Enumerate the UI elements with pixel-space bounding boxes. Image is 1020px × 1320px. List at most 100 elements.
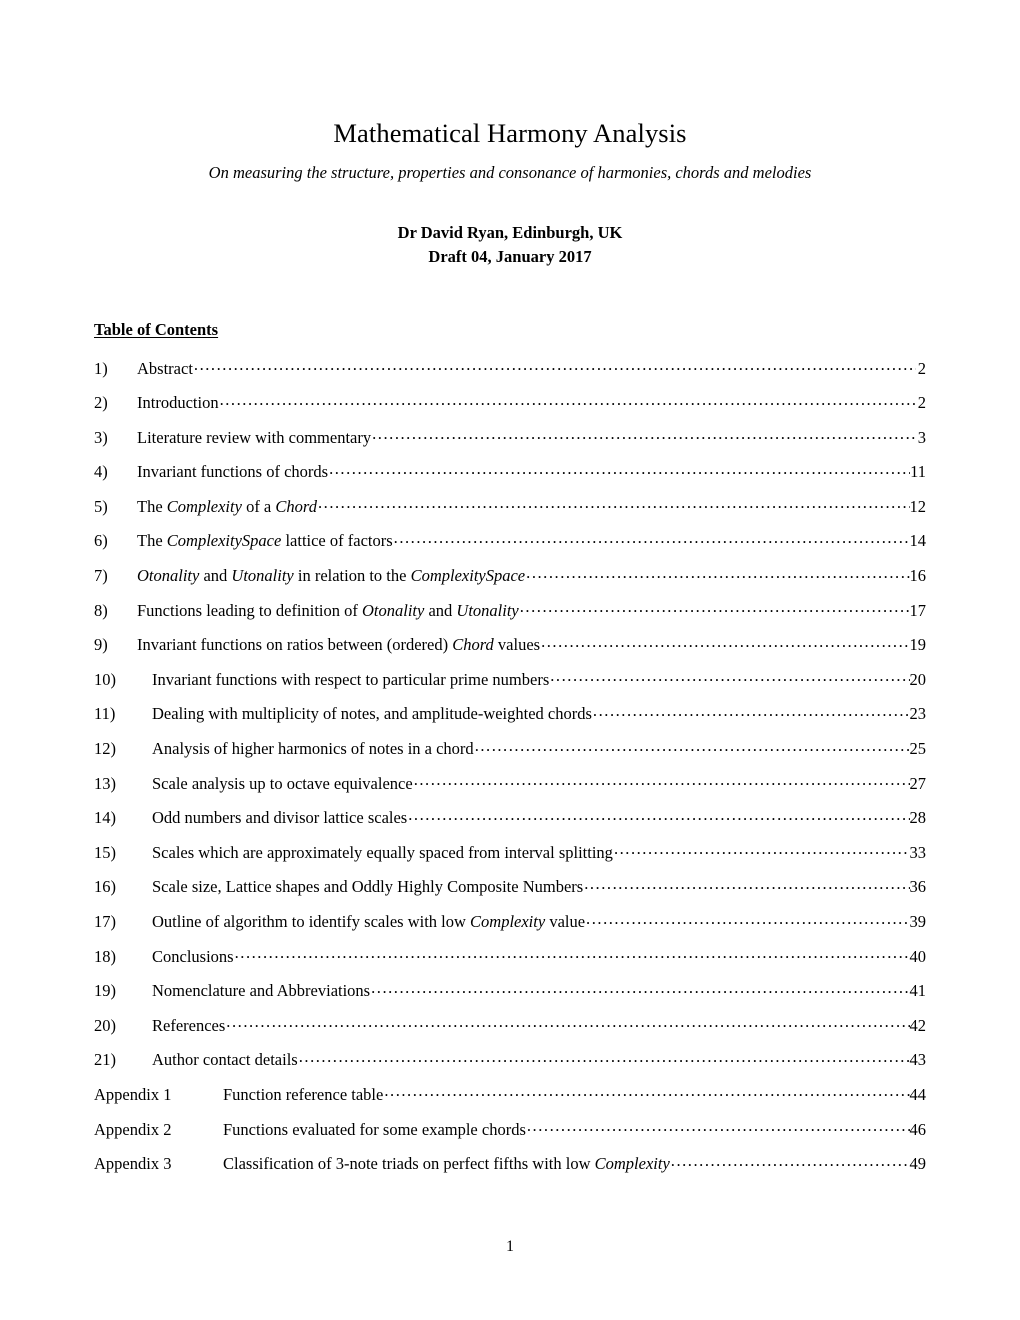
document-subtitle: On measuring the structure, properties a… — [208, 162, 812, 182]
toc-entry-page: 43 — [909, 1050, 927, 1070]
toc-entry-number: Appendix 3 — [94, 1154, 172, 1174]
toc-leader-dots — [586, 911, 909, 928]
toc-entry-title: Odd numbers and divisor lattice scales — [152, 808, 408, 828]
italic-term: Otonality — [362, 600, 425, 620]
toc-entry-page: 33 — [909, 842, 927, 862]
toc-entry-title: Conclusions — [152, 946, 234, 966]
toc-entry-page: 20 — [909, 669, 927, 689]
toc-entry[interactable]: Appendix 3 Classification of 3-note triad… — [94, 1153, 926, 1188]
toc-entry[interactable]: 11) Dealing with multiplicity of notes, a… — [94, 703, 926, 738]
toc-entry-page: 3 — [917, 427, 926, 447]
toc-entry[interactable]: 19) Nomenclature and Abbreviations 41 — [94, 980, 926, 1015]
toc-entry[interactable]: 7) Otonality and Utonality in relation to… — [94, 565, 926, 600]
toc-entry-title: The ComplexitySpace lattice of factors — [137, 531, 393, 551]
toc-entry-title: Classification of 3-note triads on perfe… — [223, 1154, 670, 1174]
toc-entry[interactable]: 9) Invariant functions on ratios between … — [94, 634, 926, 669]
toc-entry-title: Literature review with commentary — [137, 427, 372, 447]
toc-entry-page: 44 — [909, 1084, 927, 1104]
toc-entry[interactable]: 4) Invariant functions of chords 11 — [94, 461, 926, 496]
toc-entry-page: 49 — [909, 1154, 927, 1174]
toc-entry[interactable]: 3) Literature review with commentary 3 — [94, 426, 926, 461]
toc-entry-page: 12 — [909, 496, 927, 516]
toc-leader-dots — [194, 357, 916, 374]
toc-entry[interactable]: 15) Scales which are approximately equall… — [94, 841, 926, 876]
toc-entry-number: Appendix 2 — [94, 1119, 172, 1139]
toc-entry[interactable]: 16) Scale size, Lattice shapes and Oddly … — [94, 876, 926, 911]
toc-leader-dots — [329, 461, 910, 478]
toc-entry-page: 19 — [909, 635, 927, 655]
toc-leader-dots — [414, 772, 910, 789]
toc-entry-number: 18) — [94, 946, 116, 966]
toc-entry-number: 6) — [94, 531, 108, 551]
italic-term: Complexity — [470, 912, 546, 931]
toc-leader-dots — [371, 980, 909, 997]
toc-entry-title: Function reference table — [223, 1084, 384, 1104]
author-block: Dr David Ryan, Edinburgh, UK Draft 04, J… — [0, 221, 1020, 268]
toc-leader-dots — [372, 426, 916, 443]
toc-entry-title: Scale analysis up to octave equivalence — [152, 773, 413, 793]
toc-entry[interactable]: 18) Conclusions 40 — [94, 945, 926, 980]
toc-entry-title: Nomenclature and Abbreviations — [152, 981, 371, 1001]
toc-entry-number: 20) — [94, 1015, 116, 1035]
toc-entry[interactable]: 21) Author contact details 43 — [94, 1049, 926, 1084]
toc-entry-title: Invariant functions of chords — [137, 462, 329, 482]
toc-entry-page: 2 — [917, 358, 926, 378]
toc-entry-page: 40 — [909, 946, 927, 966]
toc-entry-page: 28 — [909, 808, 927, 828]
toc-entry-page: 46 — [909, 1119, 927, 1139]
toc-leader-dots — [526, 565, 909, 582]
toc-entry[interactable]: 2) Introduction 2 — [94, 392, 926, 427]
toc-entry[interactable]: 14) Odd numbers and divisor lattice scale… — [94, 807, 926, 842]
toc-entry[interactable]: Appendix 2 Functions evaluated for some e… — [94, 1118, 926, 1153]
toc-entry-number: 9) — [94, 635, 108, 655]
toc-entry[interactable]: 1) Abstract 2 — [94, 357, 926, 392]
toc-leader-dots — [527, 1118, 910, 1135]
toc-leader-dots — [220, 392, 916, 409]
toc-entry[interactable]: 5) The Complexity of a Chord 12 — [94, 495, 926, 530]
toc-entry-number: 8) — [94, 600, 108, 620]
italic-term: Utonality — [231, 566, 294, 586]
toc-entry[interactable]: 12) Analysis of higher harmonics of notes… — [94, 738, 926, 773]
toc-entry-title: Abstract — [137, 358, 193, 378]
toc-leader-dots — [394, 530, 910, 547]
toc-entry[interactable]: 20) References 42 — [94, 1014, 926, 1049]
toc-entry-number: 13) — [94, 773, 116, 793]
title-block: Mathematical Harmony Analysis On measuri… — [0, 0, 1020, 268]
toc-entry-title: Author contact details — [152, 1050, 298, 1070]
toc-entry-title: Invariant functions with respect to part… — [152, 669, 550, 689]
toc-entry-title: References — [152, 1015, 226, 1035]
italic-term: Chord — [452, 635, 494, 655]
toc-entry[interactable]: 8) Functions leading to definition of Oto… — [94, 599, 926, 634]
toc-entry-page: 17 — [909, 600, 927, 620]
toc-entry-number: 11) — [94, 704, 116, 724]
toc-entry[interactable]: 10) Invariant functions with respect to p… — [94, 668, 926, 703]
toc-entry[interactable]: Appendix 1 Function reference table 44 — [94, 1083, 926, 1118]
toc-entry-title: Otonality and Utonality in relation to t… — [137, 566, 526, 586]
toc-entry-title: Functions leading to definition of Otona… — [137, 600, 519, 620]
toc-leader-dots — [614, 841, 910, 858]
toc-entry-page: 16 — [909, 566, 927, 586]
toc-entry-number: 19) — [94, 981, 116, 1001]
toc-entry-page: 36 — [909, 877, 927, 897]
table-of-contents: Table of Contents 1) Abstract 2 2) Introduct… — [94, 320, 926, 1187]
toc-entry[interactable]: 6) The ComplexitySpace lattice of factors… — [94, 530, 926, 565]
toc-leader-dots — [299, 1049, 910, 1066]
toc-entry-title: Scales which are approximately equally s… — [152, 842, 613, 862]
toc-leader-dots — [408, 807, 909, 824]
toc-entry-page: 41 — [909, 981, 927, 1001]
toc-entry-number: 4) — [94, 462, 108, 482]
toc-entry-number: 15) — [94, 842, 116, 862]
toc-leader-dots — [541, 634, 909, 651]
toc-entry-number: 7) — [94, 566, 108, 586]
toc-entry-title: Outline of algorithm to identify scales … — [152, 912, 586, 931]
toc-entry[interactable]: 13) Scale analysis up to octave equivalen… — [94, 772, 926, 807]
toc-leader-dots — [318, 495, 910, 512]
page-footer: 1 — [0, 1238, 1020, 1256]
toc-entry-title: Dealing with multiplicity of notes, and … — [152, 704, 592, 724]
toc-leader-dots — [593, 703, 910, 720]
toc-entry[interactable]: 17) Outline of algorithm to identify scal… — [94, 911, 926, 946]
italic-term: Utonality — [456, 600, 519, 620]
toc-entry-number: Appendix 1 — [94, 1084, 172, 1104]
toc-entry-number: 17) — [94, 912, 116, 931]
toc-entry-page: 2 — [917, 393, 926, 413]
